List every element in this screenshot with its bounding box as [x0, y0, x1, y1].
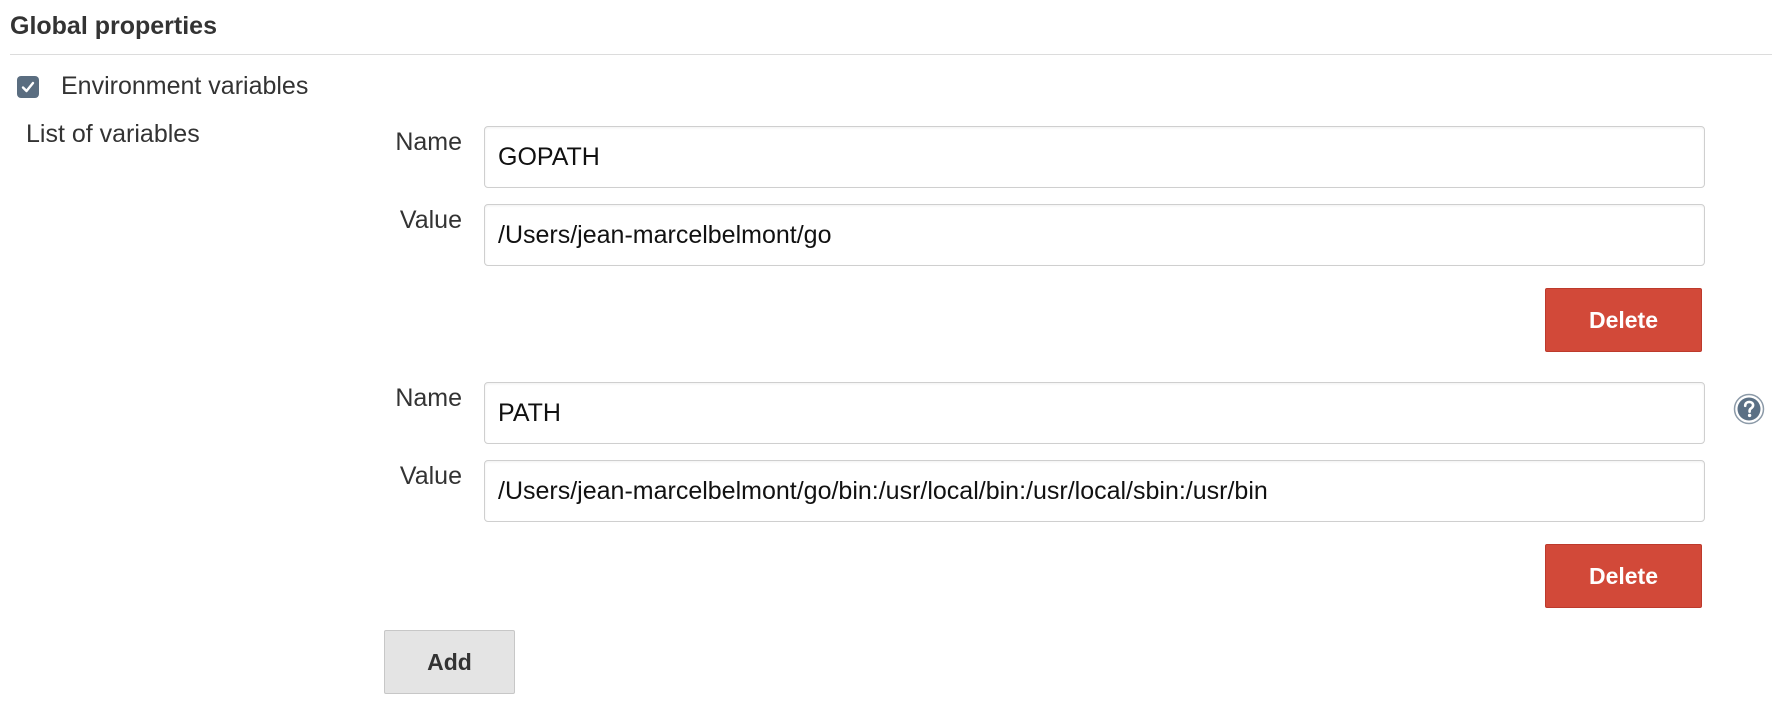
section-title: Global properties [10, 12, 217, 40]
checkmark-icon [21, 81, 35, 93]
variable-2-value-input[interactable] [484, 460, 1705, 522]
variable-2-name-label: Name [395, 384, 462, 412]
variable-1-value-input[interactable] [484, 204, 1705, 266]
list-of-variables-label: List of variables [26, 120, 200, 148]
variable-1-name-label: Name [395, 128, 462, 156]
section-divider [10, 54, 1772, 55]
variable-2-delete-button[interactable]: Delete [1545, 544, 1702, 608]
variable-2-name-input[interactable] [484, 382, 1705, 444]
add-variable-button[interactable]: Add [384, 630, 515, 694]
variable-1-delete-button[interactable]: Delete [1545, 288, 1702, 352]
variable-2-value-label: Value [399, 462, 462, 490]
variable-1-name-input[interactable] [484, 126, 1705, 188]
environment-variables-checkbox[interactable] [17, 76, 39, 98]
help-icon[interactable] [1733, 393, 1765, 425]
global-properties-panel: Global properties Environment variables … [0, 0, 1783, 706]
environment-variables-label[interactable]: Environment variables [61, 72, 308, 101]
variable-1-value-label: Value [399, 206, 462, 234]
